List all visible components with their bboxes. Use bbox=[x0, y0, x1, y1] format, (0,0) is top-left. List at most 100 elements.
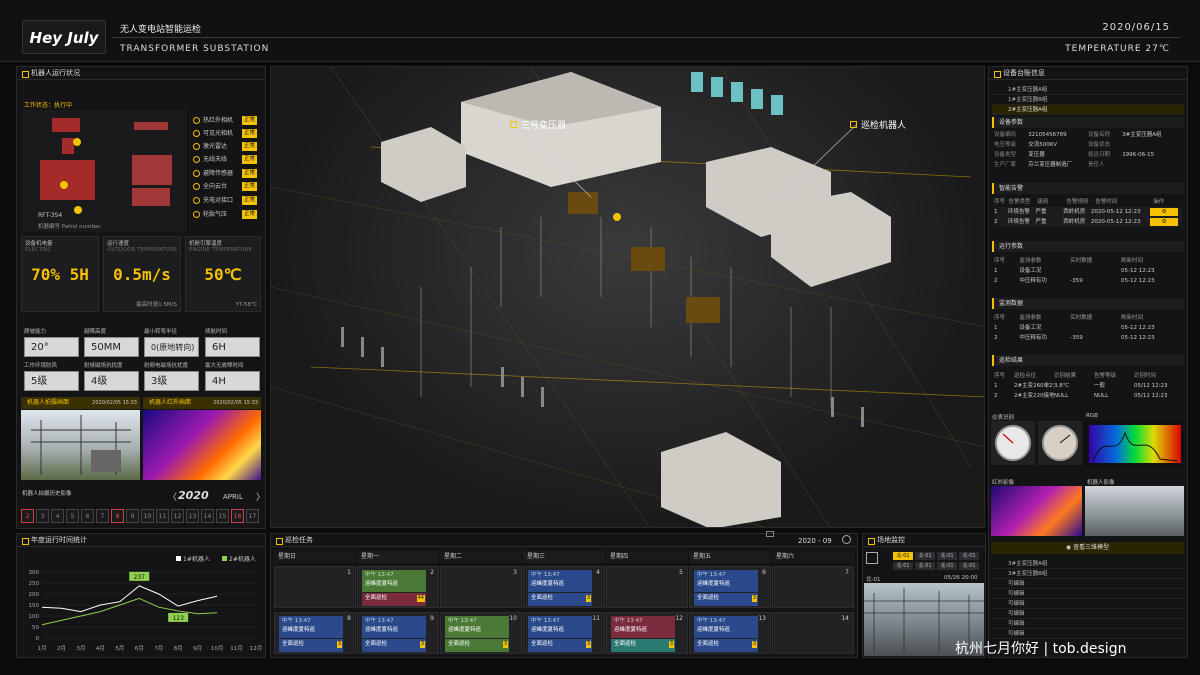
calendar-day[interactable]: 6 中午 13:47 迎峰度夏特巡 全面巡检 3 bbox=[689, 566, 771, 608]
ir-image[interactable] bbox=[991, 486, 1082, 536]
history-day[interactable]: 14 bbox=[201, 509, 214, 523]
calendar-day[interactable]: 12 中午 13:47 迎峰度夏特巡 全面巡检 3 bbox=[606, 612, 688, 654]
calendar-day[interactable]: 10 中午 13:47 迎峰度夏特巡 全面巡检 3 bbox=[440, 612, 522, 654]
table-row[interactable]: 1 设备工况 05-12 12:23 bbox=[994, 266, 1182, 276]
history-day[interactable]: 10 bbox=[141, 509, 154, 523]
module-icon bbox=[193, 170, 200, 177]
task-card[interactable]: 中午 13:47 迎峰度夏特巡 bbox=[362, 570, 426, 592]
task-card[interactable]: 中午 13:47 迎峰度夏特巡 bbox=[362, 616, 426, 638]
task-card[interactable]: 全面巡检 3 bbox=[445, 639, 509, 652]
x-tick-label: 1月 bbox=[38, 645, 47, 652]
table-row[interactable]: 1 设备工况 05-12 12:23 bbox=[994, 323, 1182, 333]
calendar-day[interactable]: 1 bbox=[274, 566, 356, 608]
module-icon bbox=[193, 183, 200, 190]
calendar-day[interactable]: 5 bbox=[606, 566, 688, 608]
calendar-day[interactable]: 7 bbox=[772, 566, 854, 608]
task-badge: 3 bbox=[502, 641, 508, 648]
task-card[interactable]: 全面巡检 3 bbox=[694, 639, 758, 652]
label-patrol-robot[interactable]: 巡检机器人 bbox=[850, 118, 906, 131]
tree-item[interactable]: 可编辑 bbox=[992, 589, 1184, 599]
table-row[interactable]: 1 环境告警 严重 西岭机房 2020-05-12 12:23 ⚙ bbox=[994, 207, 1182, 217]
task-card[interactable]: 中午 13:47 迎峰度夏特巡 bbox=[445, 616, 509, 638]
camera-tab[interactable]: 北-01 bbox=[959, 562, 979, 570]
tree-item[interactable]: 可编辑 bbox=[992, 619, 1184, 629]
camera-tab[interactable]: 北-01 bbox=[937, 552, 957, 560]
alarm-table: 序号 告警类型 级别 告警规则 告警时间 操作 1 环境告警 严重 西岭机房 2020-05-12 … bbox=[994, 197, 1182, 227]
tree-item[interactable]: 1#主变压器A组 bbox=[992, 85, 1184, 95]
meter-image-1[interactable] bbox=[991, 421, 1035, 465]
history-day[interactable]: 7 bbox=[96, 509, 109, 523]
history-day[interactable]: 6 bbox=[81, 509, 94, 523]
camera-tab[interactable]: 北-01 bbox=[915, 552, 935, 560]
history-day[interactable]: 12 bbox=[171, 509, 184, 523]
table-row[interactable]: 22#主变220接地网工A相NULLNULL05/12 12:23 bbox=[994, 391, 1182, 401]
camera-tab[interactable]: 北-01 bbox=[915, 562, 935, 570]
calendar-day[interactable]: 14 bbox=[772, 612, 854, 654]
table-row[interactable]: 2 环境告警 严重 西岭机房 2020-05-12 12:23 ⚙ bbox=[994, 217, 1182, 227]
tree-item[interactable]: 可编辑 bbox=[992, 609, 1184, 619]
tree-item-selected[interactable]: 2#主变压器A组 bbox=[992, 105, 1184, 115]
task-card[interactable]: 中午 13:47 迎峰度夏特巡 bbox=[694, 616, 758, 638]
history-day[interactable]: 5 bbox=[66, 509, 79, 523]
header-date: 2020/06/15 bbox=[1102, 22, 1170, 33]
result-table: 序号巡检点位识别结果告警等级识别时间 12#主变260单2分合位置A相3.8℃一般… bbox=[994, 371, 1182, 401]
task-card[interactable]: 中午 13:47 迎峰度夏特巡 bbox=[611, 616, 675, 638]
tree-item[interactable]: 可编辑 bbox=[992, 579, 1184, 589]
robot-image[interactable] bbox=[1085, 486, 1184, 536]
calendar-day[interactable]: 11 中午 13:47 迎峰度夏特巡 全面巡检 3 bbox=[523, 612, 605, 654]
history-day[interactable]: 9 bbox=[126, 509, 139, 523]
view-3d-model-button[interactable]: ◉ 查看三维模型 bbox=[991, 542, 1184, 554]
calendar-day[interactable]: 4 中午 13:47 迎峰度夏特巡 全面巡检 3 bbox=[523, 566, 605, 608]
substation-3d-scene[interactable] bbox=[270, 66, 985, 528]
camera-tab[interactable]: 北-01 bbox=[893, 562, 913, 570]
next-month-button[interactable]: 〉 bbox=[256, 490, 265, 503]
stat-speed: 运行速度 OUTDOOR TEMPERATURE 0.5m/s 最高时速1.5M/S bbox=[103, 236, 181, 312]
calendar-day[interactable]: 2 中午 13:47 迎峰度夏特巡 全面巡检 44 bbox=[357, 566, 439, 608]
camera-tab[interactable]: 北-01 bbox=[937, 562, 957, 570]
history-day[interactable]: 11 bbox=[156, 509, 169, 523]
tree-item[interactable]: 3#主变压器A组 bbox=[992, 559, 1184, 569]
task-card[interactable]: 全面巡检 3 bbox=[528, 639, 592, 652]
history-day[interactable]: 13 bbox=[186, 509, 199, 523]
task-badge: 3 bbox=[668, 641, 674, 648]
prev-month-button[interactable]: 〈 bbox=[168, 490, 177, 503]
table-row[interactable]: 12#主变260单2分合位置A相3.8℃一般05/12 12:23 bbox=[994, 381, 1182, 391]
table-row[interactable]: 2 中压释有功 -359 05-12 12:23 bbox=[994, 333, 1182, 343]
search-icon[interactable] bbox=[842, 535, 851, 544]
task-card[interactable]: 中午 13:47 迎峰度夏特巡 bbox=[528, 616, 592, 638]
table-row[interactable]: 2 中压释有功 -359 05-12 12:23 bbox=[994, 276, 1182, 286]
task-card[interactable]: 中午 13:47 迎峰度夏特巡 bbox=[279, 616, 343, 638]
task-card[interactable]: 全面巡检 3 bbox=[362, 639, 426, 652]
calendar-day[interactable]: 8 中午 13:47 迎峰度夏特巡 全面巡检 3 bbox=[274, 612, 356, 654]
camera-tab[interactable]: 北-01 bbox=[893, 552, 913, 560]
meter-image-2[interactable] bbox=[1038, 421, 1082, 465]
task-card[interactable]: 全面巡检 3 bbox=[694, 593, 758, 606]
tree-item[interactable]: 3#主变压器B组 bbox=[992, 569, 1184, 579]
history-day[interactable]: 17 bbox=[246, 509, 259, 523]
history-day[interactable]: 3 bbox=[36, 509, 49, 523]
gear-icon[interactable]: ⚙ bbox=[1150, 208, 1178, 216]
calendar-day[interactable]: 13 中午 13:47 迎峰度夏特巡 全面巡检 3 bbox=[689, 612, 771, 654]
calendar-day[interactable]: 9 中午 13:47 迎峰度夏特巡 全面巡检 3 bbox=[357, 612, 439, 654]
task-card[interactable]: 全面巡检 44 bbox=[362, 593, 426, 606]
tree-item[interactable]: 可编辑 bbox=[992, 599, 1184, 609]
history-day[interactable]: 8 bbox=[111, 509, 124, 523]
camera-ir-image[interactable] bbox=[143, 410, 261, 480]
task-card[interactable]: 中午 13:47 迎峰度夏特巡 bbox=[694, 570, 758, 592]
gear-icon[interactable]: ⚙ bbox=[1150, 218, 1178, 226]
calendar-icon[interactable] bbox=[766, 531, 774, 537]
camera-visible-image[interactable] bbox=[21, 410, 140, 480]
task-card[interactable]: 中午 13:47 迎峰度夏特巡 bbox=[528, 570, 592, 592]
history-day[interactable]: 16 bbox=[231, 509, 244, 523]
task-card[interactable]: 全面巡检 3 bbox=[279, 639, 343, 652]
label-transformer-3[interactable]: 三号变压器 bbox=[510, 118, 566, 131]
camera-tab[interactable]: 北-01 bbox=[959, 552, 979, 560]
task-card[interactable]: 全面巡检 3 bbox=[528, 593, 592, 606]
history-day[interactable]: 4 bbox=[51, 509, 64, 523]
weekday-header: 星期一 bbox=[357, 551, 439, 563]
task-card[interactable]: 全面巡检 3 bbox=[611, 639, 675, 652]
calendar-day[interactable]: 3 bbox=[440, 566, 522, 608]
history-day[interactable]: 2 bbox=[21, 509, 34, 523]
history-day[interactable]: 15 bbox=[216, 509, 229, 523]
tree-item[interactable]: 1#主变压器B组 bbox=[992, 95, 1184, 105]
